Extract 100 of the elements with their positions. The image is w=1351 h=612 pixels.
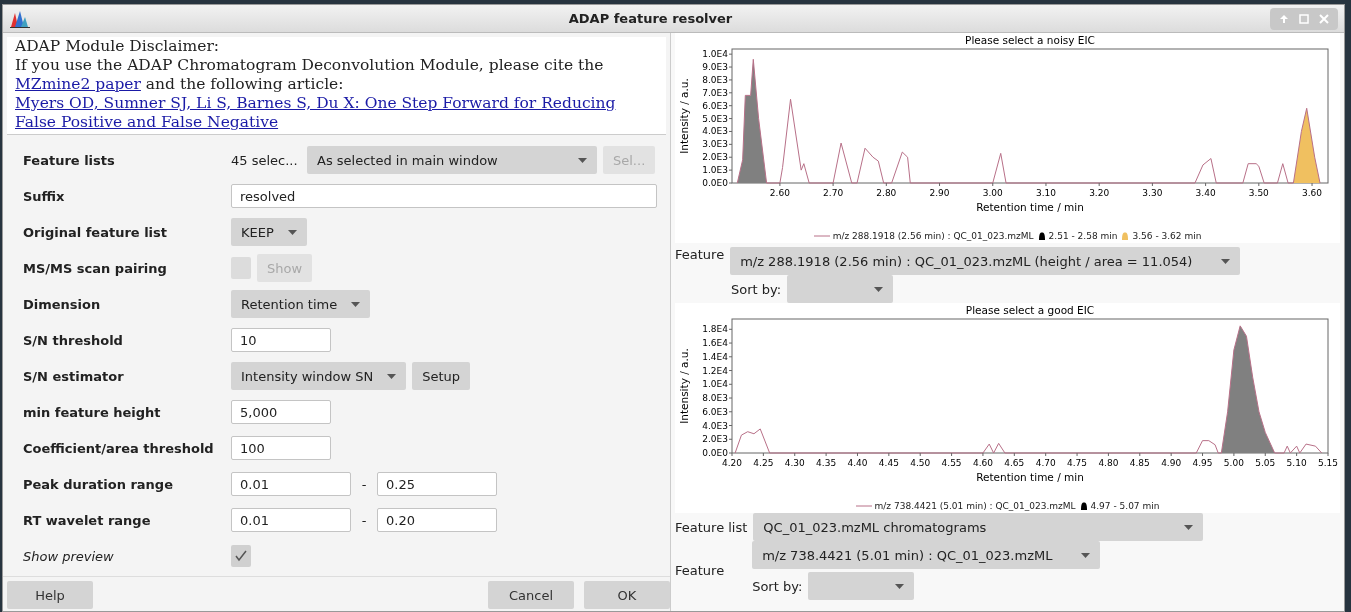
x-tick-label: 4.50	[909, 452, 930, 468]
x-tick-label: 3.20	[1088, 182, 1109, 198]
x-axis-label: Retention time / min	[975, 201, 1084, 213]
x-tick-label: 4.75	[1066, 452, 1087, 468]
x-tick-label: 4.35	[815, 458, 836, 468]
legend-label: 2.51 - 2.58 min	[1048, 231, 1118, 241]
x-tick-label: 3.30	[1141, 182, 1162, 198]
y-tick-label: 7.0E3	[701, 87, 732, 98]
parameter-label: MS/MS scan pairing	[23, 259, 168, 278]
caret-icon	[1081, 552, 1091, 558]
input-field[interactable]: 0.01	[231, 472, 351, 496]
caret-icon	[895, 583, 905, 589]
disclaimer-text: If you use the ADAP Chromatogram Deconvolution Module, please cite the	[15, 56, 605, 75]
x-tick-label: 5.10	[1286, 452, 1307, 468]
x-tick-label: 5.15	[1317, 452, 1338, 468]
input-field[interactable]: 100	[231, 436, 331, 460]
legend-label: 4.97 - 5.07 min	[1090, 501, 1160, 511]
article-link[interactable]: Myers OD, Sumner SJ, Li S, Barnes S, Du X: One Step Forward for Reducing False Positive and False Negative	[15, 94, 658, 132]
x-tick-label: 2.80	[875, 182, 896, 198]
x-tick-label: 4.40	[846, 452, 867, 468]
y-tick-label: 6.0E3	[701, 406, 732, 417]
x-tick-label: 3.30	[1141, 188, 1163, 198]
x-tick-label: 4.70	[1035, 458, 1056, 468]
y-tick-label: 9.0E3	[701, 62, 732, 73]
bell-icon	[1037, 231, 1046, 241]
x-tick-label: 4.95	[1192, 458, 1213, 468]
x-tick-label: 4.70	[1035, 452, 1056, 468]
y-tick-label: 5.0E3	[701, 113, 732, 124]
x-tick-label: 4.85	[1129, 458, 1150, 468]
legend-line-icon	[813, 235, 830, 237]
x-tick-label: 4.65	[1003, 452, 1024, 468]
y-tick-label: 3.0E3	[701, 139, 732, 150]
x-tick-label: 5.10	[1286, 458, 1307, 468]
y-tick-label: 0.0E0	[701, 448, 732, 458]
caret-icon	[1184, 524, 1194, 530]
window-title: ADAP feature resolver	[567, 11, 734, 26]
legend-label: m/z 738.4421 (5.01 min) : QC_01_023.mzML	[874, 501, 1076, 511]
legend-label: 3.56 - 3.62 min	[1132, 231, 1202, 241]
parameter-label: S/N estimator	[23, 367, 125, 386]
x-tick-label: 5.05	[1254, 452, 1275, 468]
caret-icon	[1221, 258, 1231, 264]
x-tick-label: 4.25	[752, 458, 773, 468]
help-button[interactable]: Help	[7, 581, 93, 609]
x-tick-label: 4.50	[909, 458, 930, 468]
caret-icon	[874, 286, 884, 292]
feature-dropdown[interactable]: m/z 288.1918 (2.56 min) : QC_01_023.mzML (height / area = 11.054)	[730, 247, 1241, 275]
x-tick-label: 4.85	[1129, 452, 1150, 468]
input-field[interactable]: 0.20	[377, 508, 497, 532]
feature-label: Feature	[675, 247, 725, 262]
parameter-label: S/N threshold	[23, 331, 124, 350]
paper-link[interactable]: MZmine2 paper	[15, 75, 141, 93]
x-tick-label: 4.60	[972, 458, 993, 468]
ok-button[interactable]: OK	[584, 581, 670, 609]
input-field[interactable]: 10	[231, 328, 331, 352]
input-field[interactable]: resolved	[231, 184, 657, 208]
x-tick-label: 4.80	[1097, 458, 1119, 468]
input-field[interactable]: 0.01	[231, 508, 351, 532]
x-tick-label: 2.60	[769, 182, 790, 198]
y-axis-label: Intensity / a.u.	[677, 348, 690, 424]
caret-icon	[287, 229, 297, 235]
input-field[interactable]: 0.25	[377, 472, 497, 496]
x-tick-label: 4.45	[878, 458, 899, 468]
feature-list-dropdown[interactable]: QC_01_023.mzML chromatograms	[753, 513, 1204, 541]
cancel-button[interactable]: Cancel	[488, 581, 574, 609]
dropdown[interactable]: Intensity window SN	[231, 362, 407, 390]
x-tick-label: 4.75	[1066, 458, 1087, 468]
x-tick-label: 3.60	[1301, 182, 1322, 198]
x-tick-label: 2.70	[822, 182, 843, 198]
chart-title: Please select a noisy EIC	[964, 34, 1095, 46]
x-tick-label: 4.60	[972, 452, 993, 468]
parameter-label: Peak duration range	[23, 475, 174, 494]
y-tick-label: 2.0E3	[701, 152, 732, 163]
parameter-label: Feature lists	[23, 151, 116, 170]
x-tick-label: 2.80	[875, 188, 897, 198]
input-field[interactable]: 5,000	[231, 400, 331, 424]
x-tick-label: 3.50	[1248, 182, 1269, 198]
dropdown[interactable]: Retention time	[231, 290, 371, 318]
sort-dropdown[interactable]	[787, 275, 894, 303]
checkbox[interactable]	[231, 545, 251, 567]
x-tick-label: 4.55	[941, 452, 962, 468]
x-tick-label: 2.70	[822, 188, 843, 198]
range-separator: -	[360, 476, 368, 492]
y-axis-label: Intensity / a.u.	[677, 78, 690, 154]
dropdown[interactable]: KEEP	[231, 218, 307, 246]
x-tick-label: 4.25	[752, 452, 773, 468]
parameter-label: Original feature list	[23, 223, 169, 242]
x-tick-label: 4.20	[721, 458, 742, 468]
sort-label: Sort by:	[752, 578, 803, 594]
selection-count: 45 selec...	[231, 152, 299, 168]
x-axis-label: Retention time / min	[975, 471, 1084, 483]
close-icon	[1319, 13, 1329, 24]
x-tick-label: 4.90	[1160, 458, 1181, 468]
sort-dropdown[interactable]	[808, 572, 915, 600]
feature-dropdown[interactable]: m/z 738.4421 (5.01 min) : QC_01_023.mzML	[752, 541, 1101, 569]
y-tick-label: 1.0E4	[701, 49, 732, 60]
parameter-label: Show preview	[23, 547, 115, 566]
y-tick-label: 1.8E4	[701, 324, 732, 335]
y-tick-label: 8.0E3	[701, 393, 732, 404]
x-tick-label: 3.10	[1035, 188, 1056, 198]
setup-button[interactable]: Setup	[412, 362, 470, 390]
